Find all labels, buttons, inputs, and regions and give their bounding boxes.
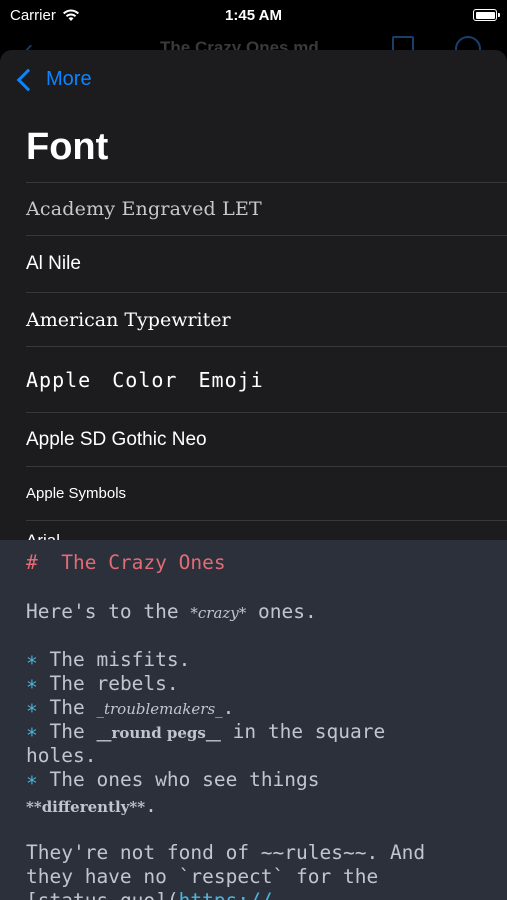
text-line: Here's to the *crazy* ones. bbox=[26, 600, 317, 625]
list-item-text: The bbox=[49, 696, 97, 719]
strong-text: **differently** bbox=[26, 798, 146, 816]
text-line: holes. bbox=[26, 744, 96, 768]
bullet-icon: ∗ bbox=[26, 696, 38, 719]
text-run: holes. bbox=[26, 744, 97, 767]
list-item-text: The bbox=[49, 720, 97, 743]
link-text[interactable]: https:// bbox=[179, 889, 273, 900]
list-item-text: The ones who see things bbox=[49, 768, 320, 791]
bullet-icon: ∗ bbox=[26, 672, 38, 695]
heading-text: The Crazy Ones bbox=[61, 551, 226, 574]
font-item-label: Apple SD Gothic Neo bbox=[26, 428, 207, 450]
bullet-icon: ∗ bbox=[26, 768, 38, 791]
font-list: Academy Engraved LET Al Nile American Ty… bbox=[26, 182, 507, 545]
list-item: ∗ The __round pegs__ in the square bbox=[26, 720, 385, 745]
text-line: **differently**. bbox=[26, 794, 157, 819]
font-item-apple-symbols[interactable]: Apple Symbols bbox=[26, 466, 507, 520]
text-line: They're not fond of ~~rules~~. And bbox=[26, 841, 425, 865]
font-item-apple-color-emoji[interactable]: Apple Color Emoji bbox=[26, 346, 507, 412]
bullet-icon: ∗ bbox=[26, 648, 38, 671]
text-line: [status quo](https:// bbox=[26, 889, 273, 900]
markdown-editor[interactable]: # The Crazy Ones Here's to the *crazy* o… bbox=[0, 540, 507, 900]
text-run: in the square bbox=[220, 720, 386, 743]
list-item-text: The misfits. bbox=[49, 648, 191, 671]
emphasis-text: *crazy* bbox=[190, 604, 247, 622]
font-item-american-typewriter[interactable]: American Typewriter bbox=[26, 292, 507, 346]
strong-text: __round pegs__ bbox=[96, 724, 221, 742]
bullet-icon: ∗ bbox=[26, 720, 38, 743]
status-time: 1:45 AM bbox=[225, 6, 282, 24]
list-item: ∗ The _troublemakers_. bbox=[26, 696, 234, 721]
font-item-label: Apple Color Emoji bbox=[26, 367, 264, 392]
back-label: More bbox=[46, 68, 92, 90]
sheet-title: Font bbox=[26, 126, 109, 168]
battery-icon bbox=[473, 9, 500, 21]
list-item: ∗ The ones who see things bbox=[26, 768, 320, 792]
text-run: . bbox=[145, 794, 157, 817]
font-item-al-nile[interactable]: Al Nile bbox=[26, 235, 507, 292]
heading-mark: # bbox=[26, 551, 38, 574]
text-run: they have no `respect` for the bbox=[26, 865, 379, 888]
status-bar: Carrier 1:45 AM bbox=[0, 0, 507, 30]
chevron-left-icon bbox=[16, 68, 40, 91]
font-item-label: Academy Engraved LET bbox=[26, 198, 262, 220]
font-item-academy-engraved[interactable]: Academy Engraved LET bbox=[26, 182, 507, 235]
font-item-apple-sd-gothic-neo[interactable]: Apple SD Gothic Neo bbox=[26, 412, 507, 466]
text-line: they have no `respect` for the bbox=[26, 865, 378, 889]
text-run: They're not fond of ~~rules~~. And bbox=[26, 841, 426, 864]
list-item: ∗ The misfits. bbox=[26, 648, 190, 672]
font-item-label: American Typewriter bbox=[26, 308, 231, 331]
list-item-text: The rebels. bbox=[49, 672, 179, 695]
text-run: . bbox=[222, 696, 235, 719]
emphasis-text: _troublemakers_ bbox=[96, 700, 223, 718]
font-item-label: Apple Symbols bbox=[26, 485, 127, 502]
back-button[interactable]: More bbox=[16, 68, 92, 91]
font-item-label: Al Nile bbox=[26, 253, 81, 274]
font-picker-sheet: More Font Academy Engraved LET Al Nile A… bbox=[0, 50, 507, 545]
list-item: ∗ The rebels. bbox=[26, 672, 179, 696]
text-run: [status quo]( bbox=[26, 889, 179, 900]
heading-line: # The Crazy Ones bbox=[26, 551, 226, 575]
text-run: ones. bbox=[246, 600, 317, 623]
text-run: Here's to the bbox=[26, 600, 191, 623]
